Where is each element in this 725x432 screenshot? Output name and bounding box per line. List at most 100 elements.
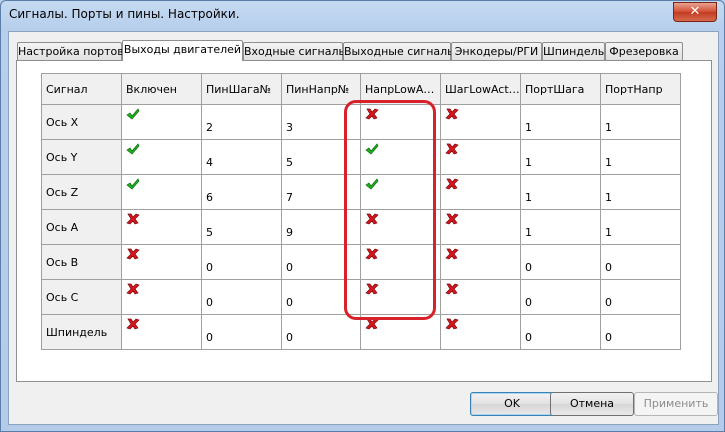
cell-signal-name: Ось C bbox=[41, 279, 122, 315]
cell-signal-name: Ось X bbox=[41, 104, 122, 140]
col-header-enabled[interactable]: Включен bbox=[121, 73, 202, 105]
cell-enabled[interactable] bbox=[121, 209, 202, 245]
cell-step-port[interactable]: 1 bbox=[520, 104, 601, 140]
red-cross-icon bbox=[445, 143, 520, 155]
apply-button[interactable]: Применить bbox=[634, 392, 718, 416]
red-cross-icon bbox=[445, 108, 520, 120]
green-check-icon bbox=[126, 108, 201, 120]
red-cross-icon bbox=[126, 248, 201, 260]
cell-dir-pin[interactable]: 0 bbox=[281, 314, 361, 350]
col-header-step-port[interactable]: ПортШага bbox=[520, 73, 601, 105]
signals-grid: Сигнал Включен ПинШага№ ПинНапр№ НапрLow… bbox=[41, 73, 681, 350]
cell-dir-low-active[interactable] bbox=[360, 174, 441, 210]
cell-step-pin[interactable]: 5 bbox=[201, 209, 282, 245]
cell-step-port[interactable]: 1 bbox=[520, 174, 601, 210]
cell-dir-pin[interactable]: 0 bbox=[281, 244, 361, 280]
cell-step-low-active[interactable] bbox=[440, 139, 521, 175]
cell-step-pin[interactable]: 4 bbox=[201, 139, 282, 175]
ok-button[interactable]: OK bbox=[470, 392, 554, 416]
cell-step-port[interactable]: 0 bbox=[520, 244, 601, 280]
red-cross-icon bbox=[365, 318, 440, 330]
close-icon: ✕ bbox=[689, 4, 701, 19]
cell-enabled[interactable] bbox=[121, 314, 202, 350]
cell-dir-pin[interactable]: 3 bbox=[281, 104, 361, 140]
cancel-button[interactable]: Отмена bbox=[550, 392, 634, 416]
table-row[interactable]: Шпиндель 0 0 0 0 bbox=[41, 314, 681, 350]
table-row[interactable]: Ось Y 45 11 bbox=[41, 139, 681, 175]
cell-dir-port[interactable]: 1 bbox=[600, 209, 681, 245]
red-cross-icon bbox=[365, 108, 440, 120]
window-title: Сигналы. Порты и пины. Настройки. bbox=[9, 7, 240, 21]
cell-step-pin[interactable]: 0 bbox=[201, 244, 282, 280]
cell-enabled[interactable] bbox=[121, 279, 202, 315]
red-cross-icon bbox=[365, 248, 440, 260]
red-cross-icon bbox=[445, 213, 520, 225]
cell-step-pin[interactable]: 0 bbox=[201, 279, 282, 315]
cell-step-low-active[interactable] bbox=[440, 279, 521, 315]
cell-signal-name: Ось B bbox=[41, 244, 122, 280]
cell-step-pin[interactable]: 6 bbox=[201, 174, 282, 210]
cell-step-port[interactable]: 1 bbox=[520, 209, 601, 245]
tab-encoders[interactable]: Энкодеры/РГИ bbox=[451, 42, 542, 60]
cell-step-pin[interactable]: 0 bbox=[201, 314, 282, 350]
red-cross-icon bbox=[365, 283, 440, 295]
cell-dir-port[interactable]: 0 bbox=[600, 244, 681, 280]
red-cross-icon bbox=[126, 213, 201, 225]
cell-enabled[interactable] bbox=[121, 244, 202, 280]
tab-output-signals[interactable]: Выходные сигналы bbox=[343, 42, 456, 60]
table-row[interactable]: Ось Z 67 11 bbox=[41, 174, 681, 210]
cell-dir-port[interactable]: 0 bbox=[600, 279, 681, 315]
col-header-step-low-active[interactable]: ШагLowAct… bbox=[440, 73, 521, 105]
cell-dir-pin[interactable]: 7 bbox=[281, 174, 361, 210]
red-cross-icon bbox=[445, 178, 520, 190]
cell-dir-low-active[interactable] bbox=[360, 314, 441, 350]
cell-dir-pin[interactable]: 9 bbox=[281, 209, 361, 245]
cell-step-low-active[interactable] bbox=[440, 314, 521, 350]
cell-step-low-active[interactable] bbox=[440, 244, 521, 280]
title-bar[interactable]: Сигналы. Порты и пины. Настройки. ✕ bbox=[1, 1, 724, 29]
cell-dir-port[interactable]: 1 bbox=[600, 174, 681, 210]
cell-step-low-active[interactable] bbox=[440, 209, 521, 245]
cell-step-port[interactable]: 0 bbox=[520, 279, 601, 315]
tab-motor-outputs[interactable]: Выходы двигателей bbox=[122, 40, 243, 61]
tab-port-settings[interactable]: Настройка портов bbox=[17, 42, 124, 60]
grid-header-row: Сигнал Включен ПинШага№ ПинНапр№ НапрLow… bbox=[41, 73, 681, 105]
table-row[interactable]: Ось C0000 bbox=[41, 279, 681, 315]
cell-enabled[interactable] bbox=[121, 139, 202, 175]
red-cross-icon bbox=[445, 318, 520, 330]
cell-signal-name: Ось Z bbox=[41, 174, 122, 210]
cell-dir-low-active[interactable] bbox=[360, 139, 441, 175]
col-header-signal[interactable]: Сигнал bbox=[41, 73, 122, 105]
cell-step-port[interactable]: 1 bbox=[520, 139, 601, 175]
red-cross-icon bbox=[445, 248, 520, 260]
col-header-dir-pin[interactable]: ПинНапр№ bbox=[281, 73, 361, 105]
dialog-client-area: Настройка портов Выходы двигателей Входн… bbox=[8, 31, 719, 425]
cell-step-low-active[interactable] bbox=[440, 104, 521, 140]
tab-input-signals[interactable]: Входные сигналы bbox=[243, 42, 347, 60]
col-header-step-pin[interactable]: ПинШага№ bbox=[201, 73, 282, 105]
table-row[interactable]: Ось A 59 11 bbox=[41, 209, 681, 245]
tab-milling[interactable]: Фрезеровка bbox=[605, 42, 683, 60]
close-button[interactable]: ✕ bbox=[673, 2, 717, 22]
cell-dir-port[interactable]: 1 bbox=[600, 139, 681, 175]
cell-step-port[interactable]: 0 bbox=[520, 314, 601, 350]
cell-step-pin[interactable]: 2 bbox=[201, 104, 282, 140]
table-row[interactable]: Ось B0000 bbox=[41, 244, 681, 280]
tab-spindle[interactable]: Шпиндель bbox=[542, 42, 605, 60]
col-header-dir-low-active[interactable]: НапрLowA… bbox=[360, 73, 441, 105]
cell-dir-low-active[interactable] bbox=[360, 104, 441, 140]
cell-dir-low-active[interactable] bbox=[360, 279, 441, 315]
green-check-icon bbox=[365, 143, 440, 155]
cell-dir-low-active[interactable] bbox=[360, 209, 441, 245]
cell-dir-pin[interactable]: 0 bbox=[281, 279, 361, 315]
cell-dir-port[interactable]: 0 bbox=[600, 314, 681, 350]
table-row[interactable]: Ось X 23 11 bbox=[41, 104, 681, 140]
cell-dir-port[interactable]: 1 bbox=[600, 104, 681, 140]
cell-enabled[interactable] bbox=[121, 174, 202, 210]
cell-dir-pin[interactable]: 5 bbox=[281, 139, 361, 175]
cell-enabled[interactable] bbox=[121, 104, 202, 140]
cell-dir-low-active[interactable] bbox=[360, 244, 441, 280]
cell-step-low-active[interactable] bbox=[440, 174, 521, 210]
col-header-dir-port[interactable]: ПортНапр bbox=[600, 73, 681, 105]
red-cross-icon bbox=[126, 318, 201, 330]
